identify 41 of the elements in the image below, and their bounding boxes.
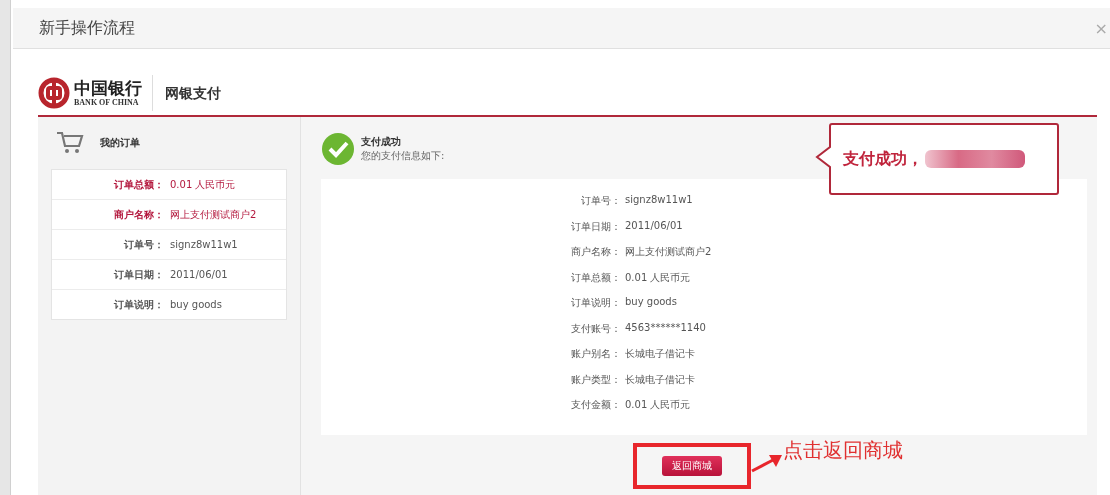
check-circle-icon — [321, 132, 355, 166]
field-value: 4563******1140 — [624, 321, 707, 335]
field-label: 账户类型： — [571, 372, 621, 387]
field-label: 订单号： — [580, 194, 621, 208]
field-label: 商户名称： — [113, 207, 164, 222]
field-label: 商户名称： — [571, 245, 621, 259]
field-label: 订单日期： — [571, 219, 621, 234]
field-value: signz8w11w1 — [169, 239, 239, 250]
bank-name: 中国银行 — [74, 79, 142, 98]
field-label: 订单说明： — [113, 297, 164, 312]
field-label: 订单日期： — [113, 267, 164, 282]
field-label: 订单号： — [123, 237, 164, 252]
dialog-title: 新手操作流程 — [39, 17, 135, 39]
field-value: 0.01 人民币元 — [169, 177, 237, 192]
panel-title: 我的订单 — [100, 136, 140, 150]
field-value: buy goods — [169, 299, 223, 310]
field-label: 支付账号： — [571, 321, 621, 336]
bank-name-english: BANK OF CHINA — [74, 97, 140, 107]
field-label: 订单总额： — [113, 177, 164, 192]
field-label: 订单说明： — [571, 296, 621, 310]
field-label: 支付金额： — [571, 398, 621, 412]
field-label: 账户别名： — [571, 347, 621, 361]
status-title: 支付成功 — [361, 135, 402, 149]
field-value: 长城电子借记卡 — [624, 372, 696, 387]
bank-logo-icon — [38, 77, 70, 109]
annotation-text: 点击返回商城 — [783, 437, 903, 464]
return-to-store-button[interactable]: 返回商城 — [662, 456, 722, 476]
field-value: 0.01 人民币元 — [624, 398, 692, 412]
field-value: signz8w11w1 — [624, 194, 694, 207]
field-value: 0.01 人民币元 — [624, 270, 692, 285]
service-title: 网银支付 — [165, 85, 221, 103]
field-value: buy goods — [624, 296, 678, 309]
field-value: 长城电子借记卡 — [624, 347, 696, 361]
field-value: 网上支付测试商户2 — [624, 245, 712, 259]
field-value: 2011/06/01 — [624, 219, 684, 233]
callout-text: 支付成功， — [843, 148, 923, 170]
shopping-cart-icon — [56, 131, 84, 155]
field-label: 订单总额： — [571, 270, 621, 285]
status-subtitle: 您的支付信息如下: — [361, 149, 445, 163]
field-value: 网上支付测试商户2 — [169, 207, 258, 222]
field-value: 2011/06/01 — [169, 269, 229, 280]
